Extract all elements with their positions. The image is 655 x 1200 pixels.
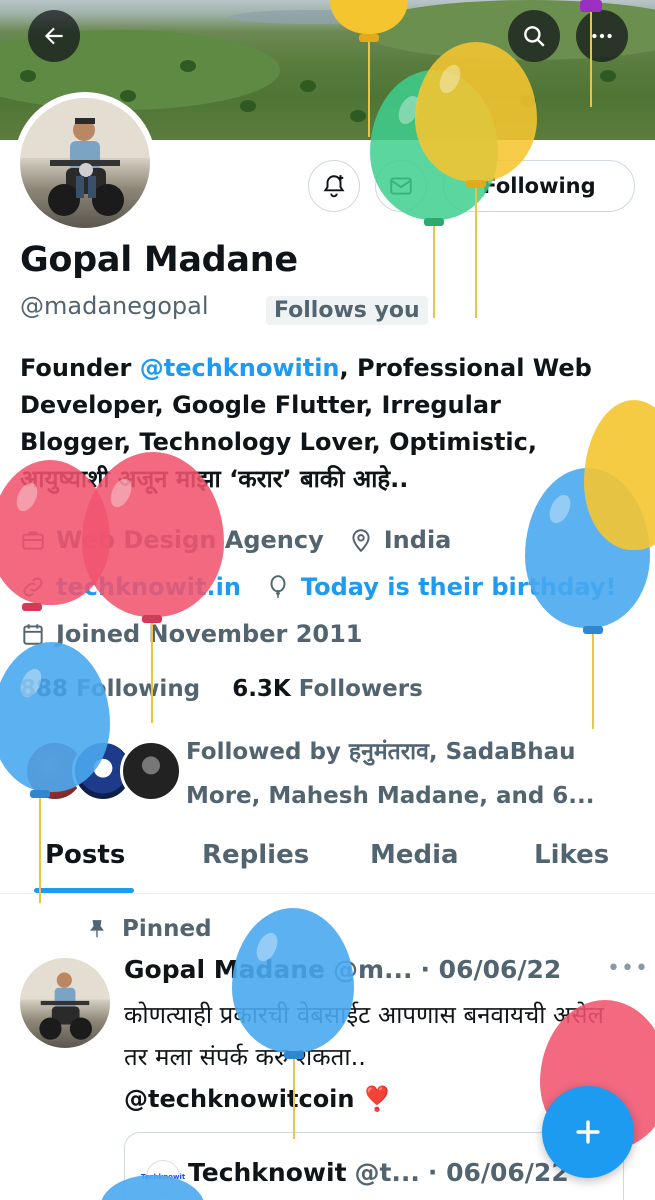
back-arrow-icon [44, 27, 63, 45]
birthday-balloon [330, 0, 410, 137]
avatar-photo [20, 98, 150, 228]
quote-header: Techknowit @t... · 06/06/22 [188, 1158, 569, 1187]
birthday-balloon [584, 400, 655, 570]
back-button[interactable] [28, 10, 80, 62]
birthday-balloon [0, 642, 112, 912]
pin-icon [90, 920, 104, 938]
location-text: India [383, 526, 452, 554]
notifications-button[interactable] [308, 160, 360, 212]
followers-label: Followers [298, 676, 423, 702]
banner-tree [20, 70, 36, 82]
post-date[interactable]: · 06/06/22 [420, 955, 561, 984]
heart-emoji: ❣️ [362, 1085, 393, 1113]
profile-name: Gopal Madane [20, 240, 298, 280]
followers-stat[interactable]: 6.3K Followers [232, 676, 423, 702]
birthday-balloon [100, 1175, 210, 1200]
profile-handle: @madanegopal [20, 292, 209, 320]
tab-replies[interactable]: Replies [202, 840, 309, 870]
banner-tree [180, 60, 196, 72]
post-body-text: कोणत्याही प्रकारची वेबसाईट आपणास बनवायची… [124, 1001, 604, 1071]
followers-count: 6.3K [232, 676, 291, 702]
location-item: India [348, 526, 452, 554]
tab-likes[interactable]: Likes [534, 840, 609, 870]
birthday-balloon [232, 908, 357, 1148]
followed-avatar [120, 740, 182, 802]
balloon-icon [270, 575, 286, 598]
post-author-avatar[interactable] [20, 958, 110, 1048]
quote-author-handle: @t... [354, 1158, 420, 1187]
post-more-icon[interactable]: ••• [607, 956, 649, 981]
birthday-balloon [578, 0, 608, 110]
location-pin-icon [352, 529, 370, 553]
compose-post-button[interactable] [542, 1086, 634, 1178]
pinned-label: Pinned [86, 916, 212, 942]
rider-illustration [20, 98, 150, 216]
bio-prefix: Founder [20, 354, 140, 382]
birthday-balloon [415, 42, 540, 318]
quote-author-name: Techknowit [188, 1158, 347, 1187]
followed-by-text[interactable]: Followed by हनुमंतराव, SadaBhau More, Ma… [186, 730, 626, 818]
banner-tree [120, 90, 136, 102]
banner-tree [350, 110, 366, 122]
tab-media[interactable]: Media [370, 840, 459, 870]
rider-illustration [20, 958, 110, 1040]
bio-mention-link[interactable]: @techknowitin [140, 354, 340, 382]
pinned-text: Pinned [122, 916, 212, 942]
banner-tree [240, 100, 256, 112]
profile-avatar[interactable] [14, 92, 156, 234]
notification-bell-icon [323, 175, 345, 198]
plus-icon [576, 1120, 600, 1144]
banner-tree [300, 80, 316, 92]
